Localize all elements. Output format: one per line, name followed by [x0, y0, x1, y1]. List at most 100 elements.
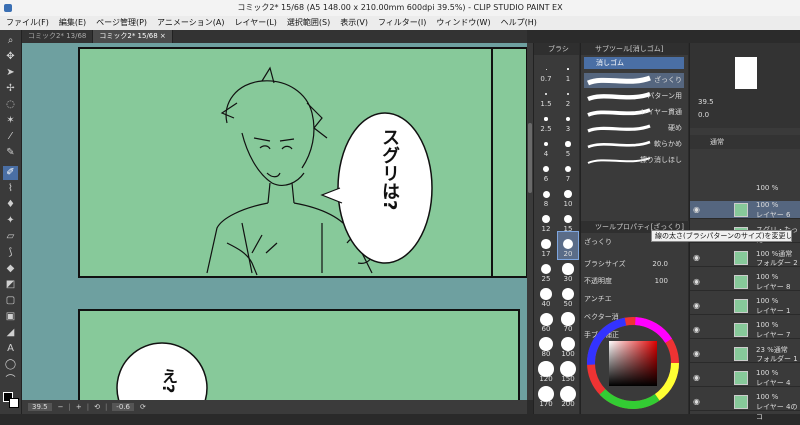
sub-color-swatch[interactable]: [9, 398, 19, 408]
brush-size-option[interactable]: 6: [536, 157, 556, 184]
operation-tool-icon[interactable]: ➤: [3, 66, 18, 80]
brush-size-option[interactable]: 40: [536, 282, 556, 309]
brush-size-option[interactable]: 30: [558, 257, 578, 284]
brush-size-option[interactable]: 60: [536, 307, 556, 334]
navigator-thumbnail[interactable]: [735, 57, 757, 89]
menu-item-6[interactable]: 表示(V): [340, 16, 368, 30]
layer-row[interactable]: ◉ 100 % レイヤー 1: [690, 297, 800, 315]
decoration-icon[interactable]: ✦: [3, 214, 18, 228]
move-layer-icon[interactable]: ✢: [3, 82, 18, 96]
opacity-value[interactable]: 100: [655, 275, 668, 287]
brush-size-option[interactable]: 80: [536, 332, 556, 359]
brush-size-option[interactable]: 200: [558, 382, 578, 409]
layer-row[interactable]: ◉ 100 % レイヤー 7: [690, 321, 800, 339]
eye-icon[interactable]: ◉: [693, 349, 700, 358]
brush-size-option[interactable]: 25: [536, 257, 556, 284]
zoom-in-icon[interactable]: +: [76, 403, 82, 411]
subtool-item[interactable]: ざっくり: [584, 73, 684, 88]
correct-line-icon[interactable]: ⌒: [3, 374, 18, 388]
menu-item-7[interactable]: フィルター(I): [378, 16, 426, 30]
rotate-right-icon[interactable]: ⟳: [140, 403, 146, 411]
auto-select-icon[interactable]: ✶: [3, 114, 18, 128]
lasso-icon[interactable]: ◌: [3, 98, 18, 112]
rotate-left-icon[interactable]: ⟲: [94, 403, 100, 411]
eye-icon[interactable]: ◉: [693, 253, 700, 262]
brush-size-option[interactable]: 1.5: [536, 82, 556, 109]
brush-size-option[interactable]: 5: [558, 132, 578, 159]
subtool-group-eraser[interactable]: 消しゴム: [584, 57, 684, 69]
brush-icon[interactable]: ⌇: [3, 182, 18, 196]
brush-size-option[interactable]: 15: [558, 207, 578, 234]
figure-icon[interactable]: ▢: [3, 294, 18, 308]
menu-item-4[interactable]: レイヤー(L): [234, 16, 276, 30]
menu-item-9[interactable]: ヘルプ(H): [501, 16, 537, 30]
brush-size-option[interactable]: 150: [558, 357, 578, 384]
document-tab-0[interactable]: コミック2* 13/68: [22, 30, 94, 43]
brush-size-option[interactable]: 12: [536, 207, 556, 234]
pen-icon[interactable]: ✎: [3, 146, 18, 160]
brush-size-option[interactable]: 2.5: [536, 107, 556, 134]
menu-item-3[interactable]: アニメーション(A): [157, 16, 224, 30]
eye-icon[interactable]: ◉: [693, 397, 700, 406]
brush-size-option[interactable]: 100: [558, 332, 578, 359]
fill-icon[interactable]: ◆: [3, 262, 18, 276]
subtool-item[interactable]: 擦り消しほし: [584, 153, 684, 168]
frame-icon[interactable]: ▣: [3, 310, 18, 324]
brush-size-option[interactable]: 1: [558, 57, 578, 84]
zoom-out-icon[interactable]: −: [58, 403, 64, 411]
canvas[interactable]: スグリは? え?: [22, 43, 527, 400]
antialias-row[interactable]: アンチエ: [584, 293, 686, 305]
eye-icon[interactable]: ◉: [693, 301, 700, 310]
pencil-icon[interactable]: ✐: [3, 166, 18, 180]
brush-size-option[interactable]: 7: [558, 157, 578, 184]
brush-size-row[interactable]: ブラシサイズ 20.0: [584, 258, 686, 270]
layer-row[interactable]: ◉ 100 % レイヤー 4: [690, 369, 800, 387]
brush-size-option[interactable]: 10: [558, 182, 578, 209]
eye-icon[interactable]: ◉: [693, 277, 700, 286]
brush-size-option[interactable]: 120: [536, 357, 556, 384]
scroll-thumb[interactable]: [528, 123, 532, 193]
layer-row[interactable]: ◉ 100 % レイヤー 8: [690, 273, 800, 291]
menu-item-0[interactable]: ファイル(F): [6, 16, 49, 30]
brush-size-option[interactable]: 4: [536, 132, 556, 159]
brush-size-option[interactable]: 70: [558, 307, 578, 334]
menu-item-2[interactable]: ページ管理(P): [96, 16, 147, 30]
airbrush-icon[interactable]: ♦: [3, 198, 18, 212]
layer-row[interactable]: ◉ 100 %通常 フォルダー 2: [690, 249, 800, 267]
navigator-zoom[interactable]: 39.5: [698, 98, 714, 106]
brush-size-option[interactable]: 50: [558, 282, 578, 309]
gradient-icon[interactable]: ◩: [3, 278, 18, 292]
color-wheel[interactable]: [581, 315, 687, 410]
brush-size-option[interactable]: 2: [558, 82, 578, 109]
brush-size-option[interactable]: 8: [536, 182, 556, 209]
layer-blend-row[interactable]: 通常: [690, 135, 800, 149]
subtool-item[interactable]: 軟らかめ: [584, 137, 684, 152]
layer-row[interactable]: ◉ 100 % レイヤー 4のコ: [690, 393, 800, 421]
brush-size-option[interactable]: 3: [558, 107, 578, 134]
layer-row[interactable]: ◉ 23 %通常 フォルダー 1: [690, 345, 800, 363]
menu-item-8[interactable]: ウィンドウ(W): [436, 16, 490, 30]
text-icon[interactable]: A: [3, 342, 18, 356]
opacity-row[interactable]: 不透明度 100: [584, 275, 686, 287]
move-tool-icon[interactable]: ✥: [3, 50, 18, 64]
eye-icon[interactable]: ◉: [693, 205, 700, 214]
menu-item-5[interactable]: 選択範囲(S): [287, 16, 330, 30]
subtool-item[interactable]: パターン用: [584, 89, 684, 104]
eraser-icon[interactable]: ▱: [3, 230, 18, 244]
brush-size-option[interactable]: 170: [536, 382, 556, 409]
subtool-item[interactable]: 硬め: [584, 121, 684, 136]
brush-size-option[interactable]: 0.7: [536, 57, 556, 84]
eye-icon[interactable]: ◉: [693, 325, 700, 334]
menu-item-1[interactable]: 編集(E): [59, 16, 86, 30]
zoom-tool-icon[interactable]: ⌕: [3, 34, 18, 48]
balloon-icon[interactable]: ◯: [3, 358, 18, 372]
brush-size-option[interactable]: 17: [536, 232, 556, 259]
subtool-item[interactable]: レイヤー貫通: [584, 105, 684, 120]
eye-icon[interactable]: ◉: [693, 373, 700, 382]
zoom-value[interactable]: 39.5: [28, 403, 52, 411]
document-tab-1[interactable]: コミック2* 15/68 ×: [93, 30, 173, 43]
navigator-rotation[interactable]: 0.0: [698, 111, 709, 119]
brush-size-option[interactable]: 20: [557, 231, 579, 260]
rotation-value[interactable]: -0.6: [112, 403, 134, 411]
blend-icon[interactable]: ⟆: [3, 246, 18, 260]
